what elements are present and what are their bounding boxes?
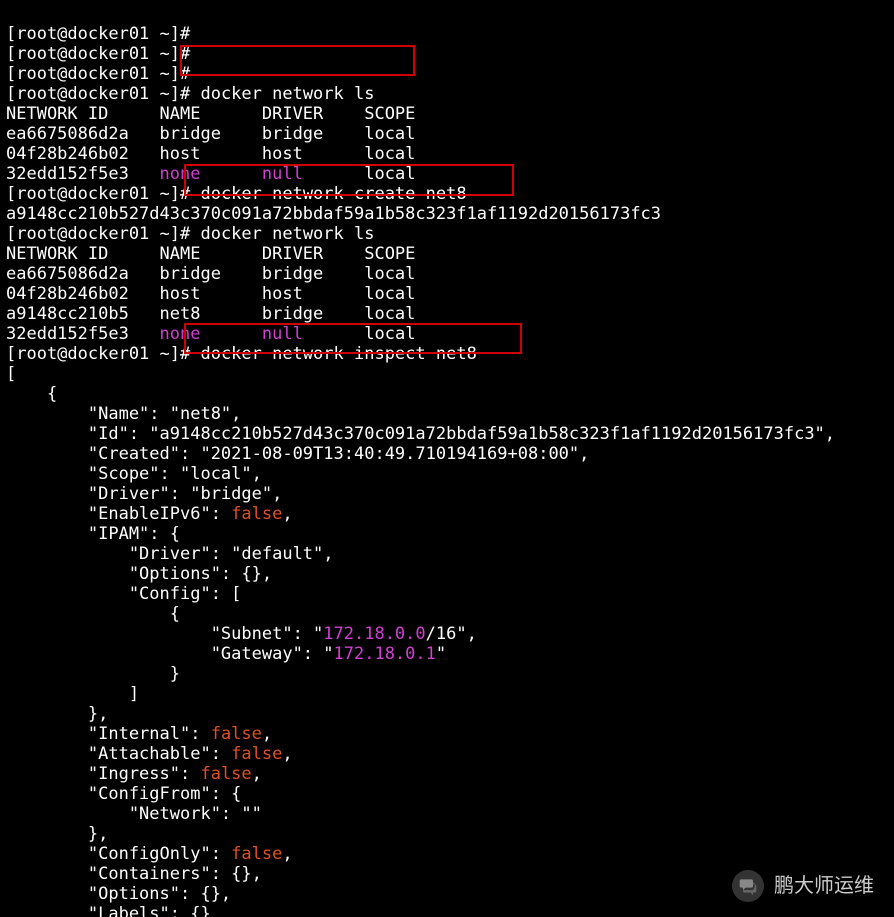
json-line: {	[6, 384, 57, 404]
json-line: "Id": "a9148cc210b527d43c370c091a72bbdaf…	[6, 424, 835, 444]
watermark: 鹏大师运维	[732, 870, 874, 902]
terminal-output[interactable]: [root@docker01 ~]# [root@docker01 ~]# [r…	[0, 0, 894, 917]
json-line: "Network": ""	[6, 804, 262, 824]
json-line: "Scope": "local",	[6, 464, 262, 484]
table-row: 04f28b246b02 host host local	[6, 144, 415, 164]
json-line: "IPAM": {	[6, 524, 180, 544]
json-line: "EnableIPv6": false,	[6, 504, 293, 524]
json-false: false	[231, 504, 282, 524]
network-name-none: none	[160, 324, 201, 344]
table-row: 32edd152f5e3 none null local	[6, 164, 415, 184]
chat-bubbles-icon	[732, 870, 764, 902]
output-line: a9148cc210b527d43c370c091a72bbdaf59a1b58…	[6, 204, 661, 224]
json-line: "Ingress": false,	[6, 764, 262, 784]
prompt: [root@docker01 ~]#	[6, 224, 200, 244]
json-line: {	[6, 604, 180, 624]
table-row: ea6675086d2a bridge bridge local	[6, 124, 415, 144]
json-line: "Gateway": "172.18.0.1"	[6, 644, 446, 664]
json-line: "Config": [	[6, 584, 241, 604]
json-line: "Options": {},	[6, 564, 272, 584]
json-line: "Name": "net8",	[6, 404, 241, 424]
json-false: false	[211, 724, 262, 744]
command-text: docker network inspect net8	[200, 344, 476, 364]
json-line: "ConfigFrom": {	[6, 784, 241, 804]
json-line: ]	[6, 684, 139, 704]
json-line: "Containers": {},	[6, 864, 262, 884]
table-row: a9148cc210b5 net8 bridge local	[6, 304, 415, 324]
json-line: "Labels": {}	[6, 904, 211, 917]
prompt-line: [root@docker01 ~]#	[6, 64, 190, 84]
watermark-text: 鹏大师运维	[774, 876, 874, 896]
network-id: 32edd152f5e3	[6, 164, 160, 184]
table-row: 32edd152f5e3 none null local	[6, 324, 415, 344]
prompt: [root@docker01 ~]#	[6, 184, 200, 204]
command-text: docker network ls	[200, 84, 374, 104]
json-gateway-value: 172.18.0.1	[334, 644, 436, 664]
command-line: [root@docker01 ~]# docker network create…	[6, 184, 467, 204]
command-line: [root@docker01 ~]# docker network inspec…	[6, 344, 477, 364]
network-driver-null: null	[262, 324, 303, 344]
json-line: "Driver": "default",	[6, 544, 334, 564]
command-text: docker network ls	[200, 224, 374, 244]
json-false: false	[231, 744, 282, 764]
table-header: NETWORK ID NAME DRIVER SCOPE	[6, 104, 415, 124]
prompt: [root@docker01 ~]#	[6, 344, 200, 364]
json-line: "Internal": false,	[6, 724, 272, 744]
json-line: "Created": "2021-08-09T13:40:49.71019416…	[6, 444, 589, 464]
command-text: docker network create net8	[200, 184, 466, 204]
json-line: "Driver": "bridge",	[6, 484, 282, 504]
json-line: "ConfigOnly": false,	[6, 844, 293, 864]
json-line: },	[6, 704, 108, 724]
json-line: [	[6, 364, 16, 384]
json-false: false	[200, 764, 251, 784]
network-id: 32edd152f5e3	[6, 324, 160, 344]
json-line: "Subnet": "172.18.0.0/16",	[6, 624, 477, 644]
json-line: "Attachable": false,	[6, 744, 293, 764]
prompt-line: [root@docker01 ~]#	[6, 24, 190, 44]
json-line: "Options": {},	[6, 884, 231, 904]
json-false: false	[231, 844, 282, 864]
json-subnet-value: 172.18.0.0	[323, 624, 425, 644]
table-header: NETWORK ID NAME DRIVER SCOPE	[6, 244, 415, 264]
prompt-line: [root@docker01 ~]#	[6, 44, 190, 64]
network-driver-null: null	[262, 164, 303, 184]
chat-bubbles-icon-svg	[738, 876, 758, 896]
json-line: }	[6, 664, 180, 684]
prompt: [root@docker01 ~]#	[6, 84, 200, 104]
json-line: },	[6, 824, 108, 844]
command-line: [root@docker01 ~]# docker network ls	[6, 84, 374, 104]
table-row: 04f28b246b02 host host local	[6, 284, 415, 304]
command-line: [root@docker01 ~]# docker network ls	[6, 224, 374, 244]
network-name-none: none	[160, 164, 201, 184]
table-row: ea6675086d2a bridge bridge local	[6, 264, 415, 284]
